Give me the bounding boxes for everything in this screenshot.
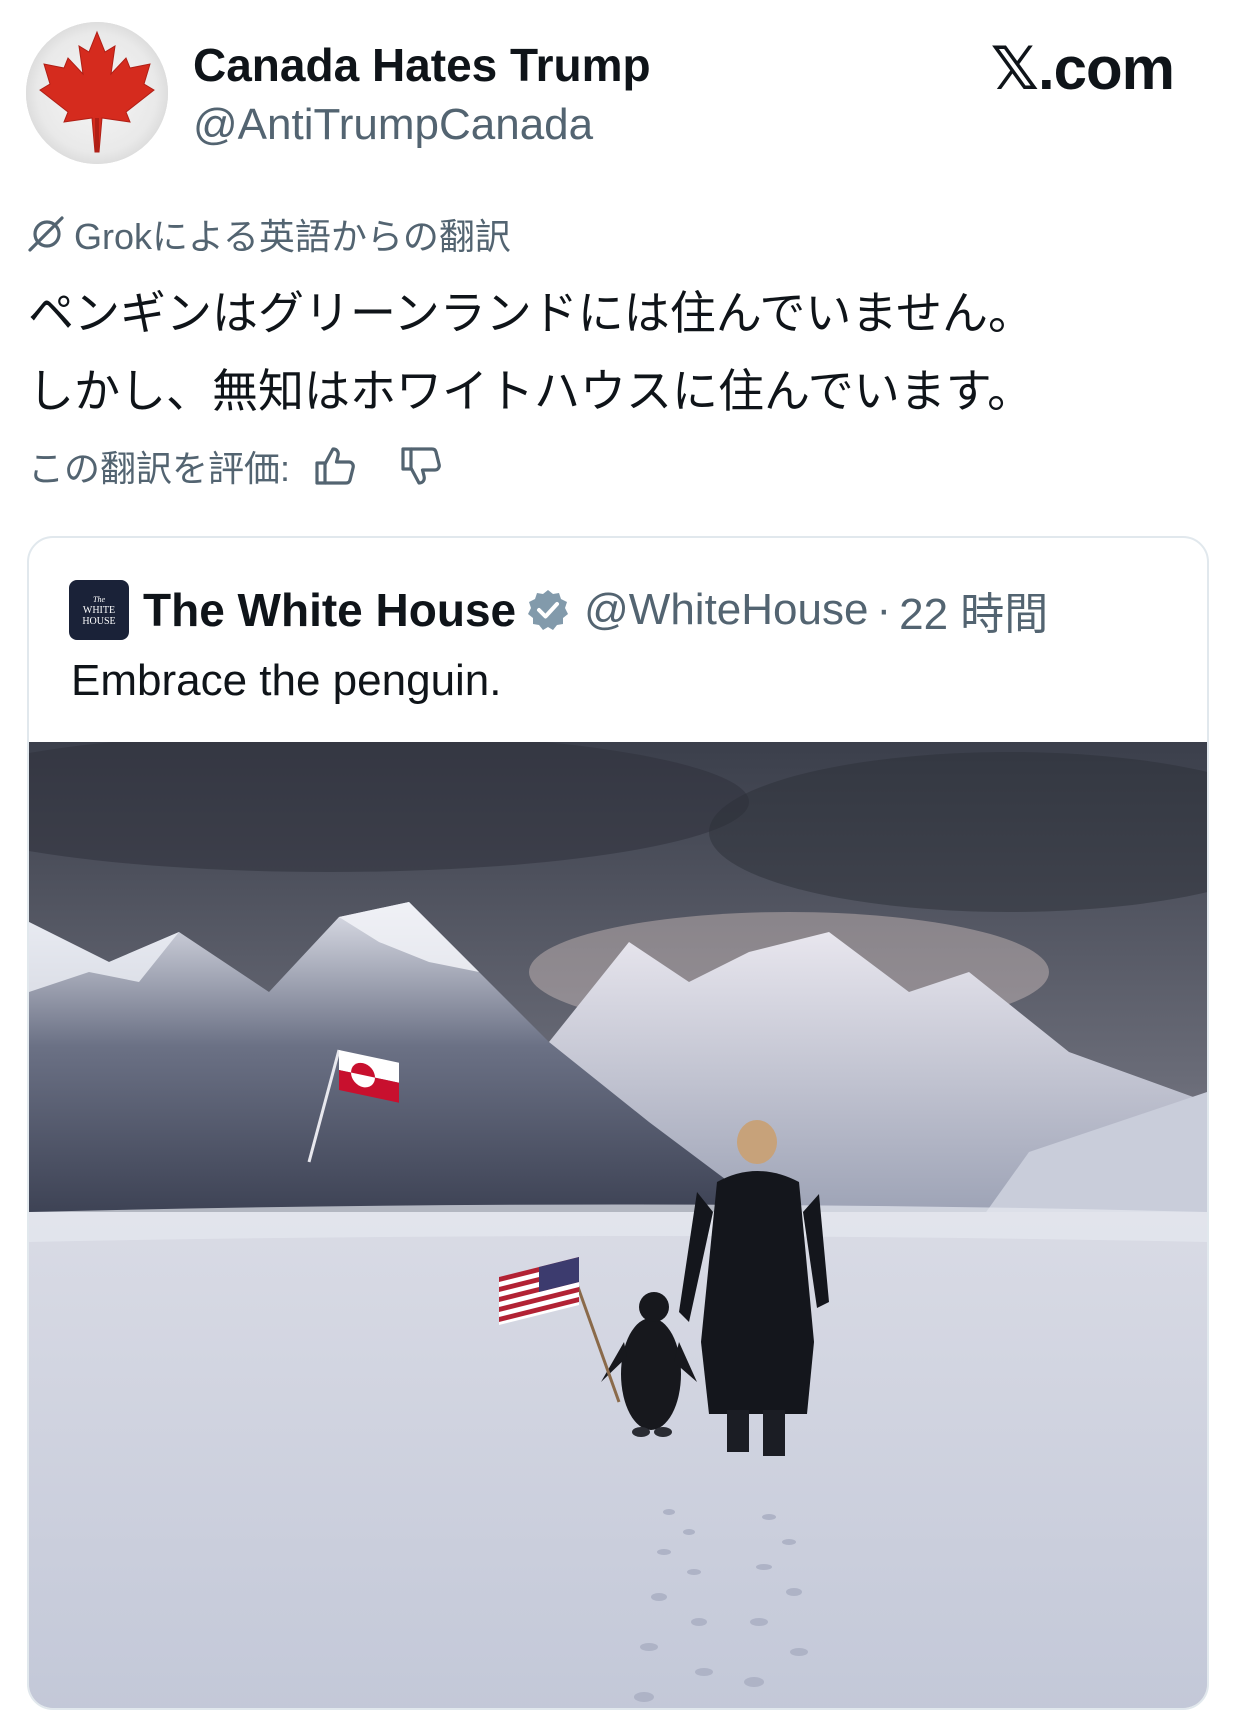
quoted-post-header: The WHITE HOUSE The White House @WhiteHo… xyxy=(69,578,1048,642)
author-display-name[interactable]: Canada Hates Trump xyxy=(193,38,651,92)
author-avatar[interactable] xyxy=(26,22,168,164)
white-house-avatar-line: HOUSE xyxy=(82,615,116,627)
white-house-avatar[interactable]: The WHITE HOUSE xyxy=(69,580,129,640)
white-house-avatar-line: WHITE xyxy=(82,604,116,616)
x-brand-logo: 𝕏.com xyxy=(990,35,1175,102)
rate-translation-row: この翻訳を評価: xyxy=(28,440,444,492)
quoted-post-card[interactable]: The WHITE HOUSE The White House @WhiteHo… xyxy=(27,536,1209,1710)
verified-badge-icon xyxy=(528,590,569,630)
grok-icon xyxy=(28,216,64,252)
meta-separator: · xyxy=(876,585,892,634)
thumbs-up-icon[interactable] xyxy=(312,443,358,489)
quoted-post-text: Embrace the penguin. xyxy=(71,656,502,705)
quoted-handle[interactable]: @WhiteHouse xyxy=(584,585,868,635)
tweet-text-line: ペンギンはグリーンランドには住んでいません。 xyxy=(28,287,1035,339)
maple-leaf-icon xyxy=(26,22,168,164)
white-house-avatar-line: The xyxy=(93,594,105,604)
translation-note: Grokによる英語からの翻訳 xyxy=(26,208,511,260)
quoted-post-image[interactable] xyxy=(29,742,1207,1710)
author-handle[interactable]: @AntiTrumpCanada xyxy=(193,100,593,150)
quoted-timestamp[interactable]: 22 時間 xyxy=(899,578,1048,642)
translation-note-label: Grokによる英語からの翻訳 xyxy=(74,216,511,257)
quoted-display-name[interactable]: The White House xyxy=(143,583,516,637)
tweet-text: ペンギンはグリーンランドには住んでいません。 しかし、無知はホワイトハウスに住ん… xyxy=(28,274,1208,430)
tweet-text-line: しかし、無知はホワイトハウスに住んでいます。 xyxy=(28,365,1034,417)
thumbs-down-icon[interactable] xyxy=(398,443,444,489)
rate-translation-label: この翻訳を評価: xyxy=(28,448,291,489)
